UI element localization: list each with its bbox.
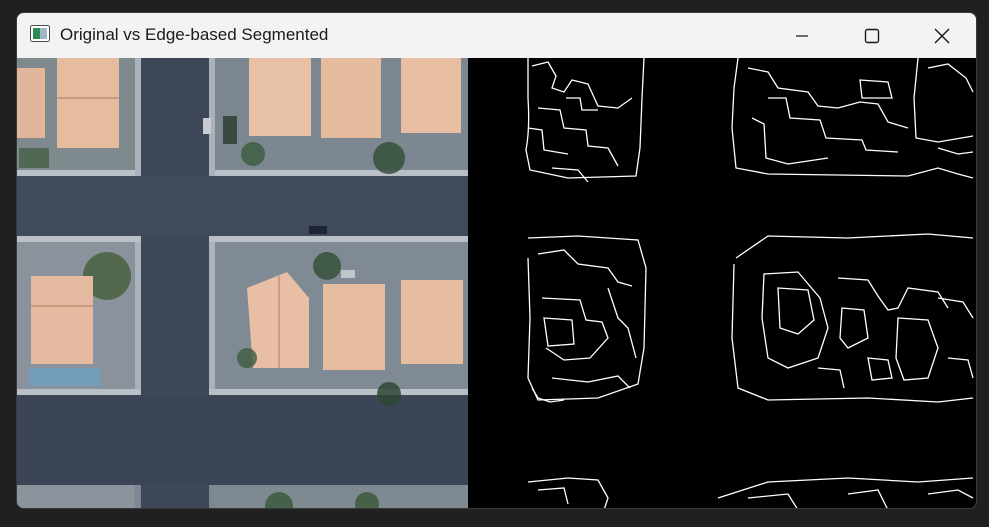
minimize-icon xyxy=(796,34,808,37)
maximize-button[interactable] xyxy=(849,13,895,58)
maximize-icon xyxy=(864,28,880,43)
window-title: Original vs Edge-based Segmented xyxy=(60,25,329,44)
edge-segmented-image xyxy=(468,58,976,508)
image-display-area xyxy=(17,58,976,508)
edge-map xyxy=(525,58,974,508)
close-icon xyxy=(934,28,950,43)
minimize-button[interactable] xyxy=(779,13,825,58)
app-window: Original vs Edge-based Segmented xyxy=(16,12,977,509)
close-button[interactable] xyxy=(919,13,965,58)
aerial-photo xyxy=(17,58,468,508)
title-bar[interactable]: Original vs Edge-based Segmented xyxy=(17,13,976,58)
original-aerial-image xyxy=(17,58,468,508)
image-window-icon xyxy=(30,25,50,42)
